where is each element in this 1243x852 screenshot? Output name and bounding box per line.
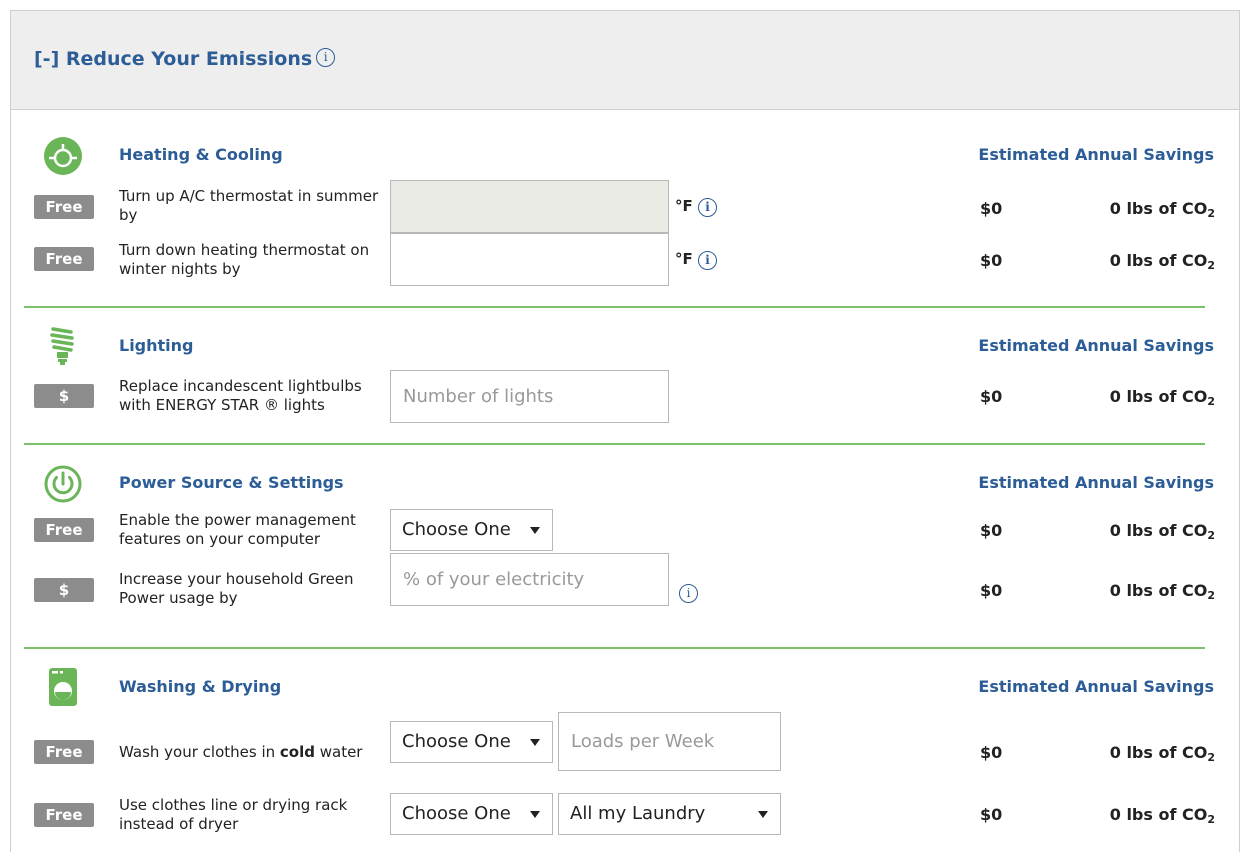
money-savings: $0 xyxy=(980,199,1003,218)
thermostat-icon xyxy=(43,136,83,176)
info-icon[interactable]: i xyxy=(697,251,717,270)
cost-badge: $ xyxy=(34,578,94,602)
money-savings: $0 xyxy=(980,743,1003,762)
action-label: Enable the power management features on … xyxy=(119,511,356,548)
ac-thermostat-input[interactable] xyxy=(390,180,669,233)
loads-per-week-input[interactable]: Loads per Week xyxy=(558,712,781,771)
select-value: Choose One xyxy=(402,731,511,752)
heating-thermostat-input[interactable] xyxy=(390,233,669,286)
category-title-lighting: Lighting xyxy=(119,336,194,355)
panel-title-text[interactable]: [-] Reduce Your Emissions xyxy=(34,48,312,70)
action-label: Turn up A/C thermostat in summer by xyxy=(119,187,379,224)
money-savings: $0 xyxy=(980,251,1003,270)
drying-rack-select[interactable]: Choose One xyxy=(390,793,553,835)
action-label: Wash your clothes in cold water xyxy=(119,743,363,761)
chevron-down-icon xyxy=(758,811,768,818)
cost-badge: Free xyxy=(34,195,94,219)
unit-label: °F i xyxy=(675,250,717,270)
washing-machine-icon xyxy=(47,667,87,707)
section-divider xyxy=(24,306,1205,308)
co2-savings: 0 lbs of CO2 xyxy=(1109,521,1215,542)
info-icon[interactable]: i xyxy=(697,198,717,217)
number-of-lights-input[interactable]: Number of lights xyxy=(390,370,669,423)
action-label: Turn down heating thermostat on winter n… xyxy=(119,241,370,278)
co2-savings: 0 lbs of CO2 xyxy=(1109,251,1215,272)
estimated-savings-header: Estimated Annual Savings xyxy=(978,336,1214,355)
section-divider xyxy=(24,647,1205,649)
select-value: Choose One xyxy=(402,803,511,824)
action-label: Use clothes line or drying rack instead … xyxy=(119,796,348,833)
power-icon xyxy=(43,464,83,504)
action-label: Increase your household Green Power usag… xyxy=(119,570,354,607)
cost-badge: Free xyxy=(34,803,94,827)
power-management-select[interactable]: Choose One xyxy=(390,509,553,551)
laundry-amount-select[interactable]: All my Laundry xyxy=(558,793,781,835)
co2-savings: 0 lbs of CO2 xyxy=(1109,199,1215,220)
cost-badge: Free xyxy=(34,247,94,271)
money-savings: $0 xyxy=(980,581,1003,600)
unit-label: °F i xyxy=(675,197,717,217)
chevron-down-icon xyxy=(530,811,540,818)
select-value: Choose One xyxy=(402,519,511,540)
section-divider xyxy=(24,443,1205,445)
cost-badge: Free xyxy=(34,740,94,764)
panel-title[interactable]: [-] Reduce Your Emissions i xyxy=(34,48,336,70)
co2-savings: 0 lbs of CO2 xyxy=(1109,387,1215,408)
cost-badge: $ xyxy=(34,384,94,408)
cold-water-select[interactable]: Choose One xyxy=(390,721,553,763)
estimated-savings-header: Estimated Annual Savings xyxy=(978,677,1214,696)
category-title-heating-cooling: Heating & Cooling xyxy=(119,145,283,164)
co2-savings: 0 lbs of CO2 xyxy=(1109,581,1215,602)
money-savings: $0 xyxy=(980,805,1003,824)
panel-header: [-] Reduce Your Emissions i xyxy=(11,11,1239,110)
money-savings: $0 xyxy=(980,521,1003,540)
money-savings: $0 xyxy=(980,387,1003,406)
cost-badge: Free xyxy=(34,518,94,542)
estimated-savings-header: Estimated Annual Savings xyxy=(978,145,1214,164)
select-value: All my Laundry xyxy=(570,803,706,824)
info-icon[interactable]: i xyxy=(679,584,698,603)
estimated-savings-header: Estimated Annual Savings xyxy=(978,473,1214,492)
category-title-washing-drying: Washing & Drying xyxy=(119,677,282,696)
chevron-down-icon xyxy=(530,739,540,746)
lightbulb-icon xyxy=(43,326,83,366)
chevron-down-icon xyxy=(530,527,540,534)
info-icon[interactable]: i xyxy=(316,48,336,67)
green-power-input[interactable]: % of your electricity xyxy=(390,553,669,606)
co2-savings: 0 lbs of CO2 xyxy=(1109,805,1215,826)
action-label: Replace incandescent lightbulbs with ENE… xyxy=(119,377,362,414)
category-title-power-source: Power Source & Settings xyxy=(119,473,344,492)
info-icon-wrapper: i xyxy=(679,582,698,603)
co2-savings: 0 lbs of CO2 xyxy=(1109,743,1215,764)
